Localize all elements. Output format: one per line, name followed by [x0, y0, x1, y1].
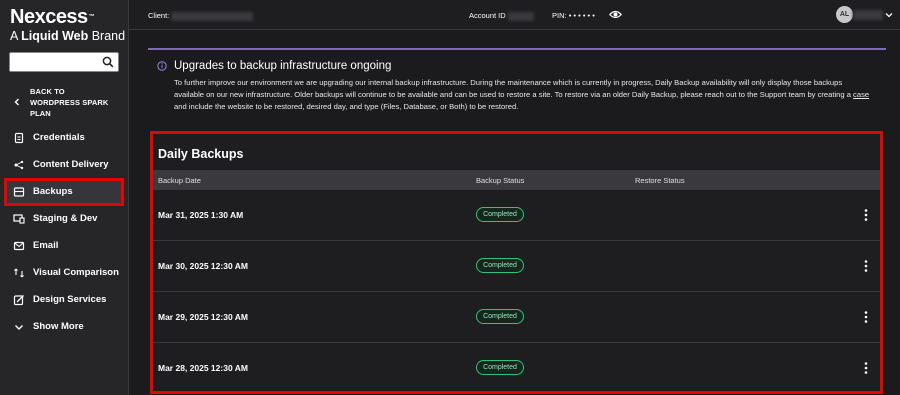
pin-label: PIN: [552, 11, 567, 20]
sidebar-item-label: Show More [33, 321, 84, 332]
sidebar-item-label: Credentials [33, 132, 85, 143]
backups-icon [13, 187, 25, 197]
account-value-redacted [507, 11, 534, 21]
table-row: Mar 31, 2025 1:30 AM Completed [153, 190, 880, 241]
brand-logo[interactable]: Nexcess™ A Liquid Web Brand [10, 6, 125, 44]
chevron-left-icon [14, 98, 19, 106]
search-icon[interactable] [101, 55, 115, 69]
sidebar-item-content-delivery[interactable]: Content Delivery [6, 153, 122, 177]
main-content: Upgrades to backup infrastructure ongoin… [129, 31, 900, 395]
sidebar-item-visual-comparison[interactable]: Visual Comparison [6, 261, 122, 285]
status-badge: Completed [476, 207, 524, 222]
status-badge: Completed [476, 360, 524, 375]
column-header-restore: Restore Status [635, 176, 685, 185]
search-input[interactable] [10, 54, 98, 73]
sidebar-item-email[interactable]: Email [6, 234, 122, 258]
staging-icon [13, 214, 25, 224]
create-case-link[interactable]: case [853, 90, 869, 99]
sidebar-item-credentials[interactable]: Credentials [6, 126, 122, 150]
sidebar-item-label: Design Services [33, 294, 107, 305]
sidebar-item-label: Email [33, 240, 59, 251]
sidebar-item-label: Backups [33, 186, 73, 197]
client-info: Client: [148, 11, 254, 21]
backup-date: Mar 31, 2025 1:30 AM [158, 210, 244, 220]
client-value-redacted [171, 11, 254, 21]
table-header: Backup Date Backup Status Restore Status [153, 170, 880, 190]
sidebar-search [9, 52, 119, 73]
more-options-icon[interactable] [863, 259, 869, 273]
brand-tagline: A Liquid Web Brand [10, 29, 126, 43]
sidebar-item-show-more[interactable]: Show More [6, 315, 122, 339]
design-services-icon [13, 295, 24, 306]
info-icon [157, 61, 167, 71]
back-link-label: BACK TO WORDPRESS SPARK PLAN [30, 87, 109, 118]
user-name-redacted [853, 10, 883, 20]
table-row: Mar 29, 2025 12:30 AM Completed [153, 292, 880, 343]
chevron-down-icon [15, 325, 23, 330]
more-options-icon[interactable] [863, 208, 869, 222]
column-header-date: Backup Date [158, 176, 201, 185]
sidebar-item-label: Visual Comparison [33, 267, 119, 278]
top-bar: Client: Account ID PIN: • • • • • • AL [129, 0, 900, 30]
table-row: Mar 30, 2025 12:30 AM Completed [153, 241, 880, 292]
brand-name: Nexcess™ [10, 6, 95, 28]
app: Nexcess™ A Liquid Web Brand BACK TO WORD… [0, 0, 900, 395]
chevron-down-icon[interactable] [885, 11, 893, 19]
sidebar-item-label: Staging & Dev [33, 213, 98, 224]
account-label: Account ID [469, 11, 506, 20]
client-label: Client: [148, 11, 170, 20]
sidebar-item-label: Content Delivery [33, 159, 109, 170]
visual-comparison-icon [14, 268, 24, 278]
more-options-icon[interactable] [863, 310, 869, 324]
section-divider [148, 48, 886, 50]
notice-body: To further improve our environment we ar… [174, 78, 870, 112]
daily-backups-panel: Daily Backups Backup Date Backup Status … [150, 131, 883, 394]
account-info: Account ID [469, 11, 534, 21]
status-badge: Completed [476, 309, 524, 324]
more-options-icon[interactable] [863, 361, 869, 375]
pin-info: PIN: • • • • • • [552, 11, 595, 20]
sidebar: Nexcess™ A Liquid Web Brand BACK TO WORD… [0, 0, 129, 395]
avatar[interactable]: AL [836, 6, 853, 23]
sidebar-item-staging[interactable]: Staging & Dev [6, 207, 122, 231]
backup-date: Mar 29, 2025 12:30 AM [158, 312, 248, 322]
credentials-icon [14, 132, 24, 144]
backup-date: Mar 30, 2025 12:30 AM [158, 261, 248, 271]
status-badge: Completed [476, 258, 524, 273]
section-title: Daily Backups [158, 147, 244, 161]
email-icon [13, 241, 25, 251]
back-to-plan-link[interactable]: BACK TO WORDPRESS SPARK PLAN [10, 86, 122, 120]
sidebar-item-design-services[interactable]: Design Services [6, 288, 122, 312]
pin-value: • • • • • • [568, 11, 595, 20]
notice-title: Upgrades to backup infrastructure ongoin… [174, 60, 392, 72]
column-header-status: Backup Status [476, 176, 525, 185]
table-row: Mar 28, 2025 12:30 AM Completed [153, 343, 880, 394]
eye-icon[interactable] [609, 9, 622, 20]
backup-date: Mar 28, 2025 12:30 AM [158, 363, 248, 373]
content-delivery-icon [14, 160, 24, 170]
sidebar-item-backups[interactable]: Backups [4, 178, 124, 206]
